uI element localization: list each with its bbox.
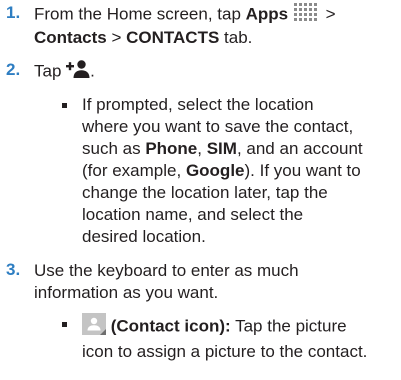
step-3-text: Use the keyboard to enter as much inform… — [34, 261, 299, 302]
step-number: 2. — [6, 60, 21, 79]
step-number: 1. — [6, 3, 21, 22]
step-1-line-1: From the Home screen, tap Apps > — [34, 3, 396, 27]
step-3-bullet-text: (Contact icon): Tap the picture icon to … — [82, 313, 398, 363]
contact-picture-icon — [82, 313, 106, 341]
apps-label: Apps — [245, 4, 289, 24]
step-1-line-2: Contacts > CONTACTS tab. — [34, 28, 253, 47]
step-2-bullet-text: If prompted, select the location where y… — [82, 95, 363, 246]
apps-grid-icon — [293, 3, 321, 27]
bullet-marker — [62, 322, 67, 327]
add-contact-icon — [66, 60, 90, 84]
step-2-text: Tap . — [34, 60, 396, 84]
step-number: 3. — [6, 260, 21, 279]
bullet-marker — [62, 103, 67, 108]
step-1-text: From the Home screen, tap Apps > Contact… — [34, 3, 396, 49]
